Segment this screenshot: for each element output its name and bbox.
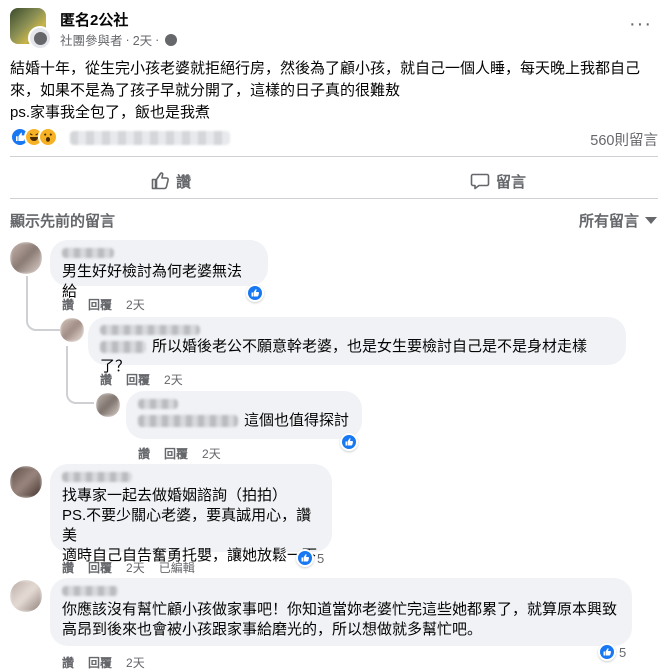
commenter-avatar[interactable] — [10, 466, 42, 498]
comment-text-line: PS.不要少關心老婆，要真誠用心，讚美 — [62, 507, 312, 544]
comment-text: 男生好好檢討為何老婆無法給 — [62, 263, 243, 300]
like-button[interactable]: 讚 — [150, 166, 191, 196]
mentioned-name-blurred[interactable] — [138, 415, 238, 428]
comment-reply-link[interactable]: 回覆 — [88, 559, 112, 576]
comment-bubble: 找專家一起去做婚姻諮詢（拍拍） PS.不要少關心老婆，要真誠用心，讚美 適時自己… — [50, 464, 332, 564]
reaction-count: 5 — [619, 644, 627, 660]
post-text-line: 結婚十年，從生完小孩老婆就拒絕行房，然後為了顧小孩，就自己一個人睡，每天晚上我都… — [10, 60, 641, 77]
like-reaction-icon — [296, 549, 314, 567]
commenter-name-blurred[interactable] — [62, 472, 132, 482]
post-body: 結婚十年，從生完小孩老婆就拒絕行房，然後為了顧小孩，就自己一個人睡，每天晚上我都… — [10, 58, 658, 124]
comment-time[interactable]: 2天 — [202, 445, 221, 462]
commenter-name-blurred[interactable] — [62, 586, 118, 596]
show-previous-comments-link[interactable]: 顯示先前的留言 — [10, 210, 115, 231]
comment-actions: 讚 回覆 2天 已編輯 — [62, 559, 195, 576]
comment-reply-link[interactable]: 回覆 — [88, 654, 112, 671]
comment-bubble: 所以婚後老公不願意幹老婆，也是女生要檢討自己是不是身材走樣了？ — [88, 317, 626, 375]
comment-button[interactable]: 留言 — [470, 166, 526, 196]
comment-actions: 讚 回覆 2天 — [62, 654, 145, 671]
comment-bubble: 這個也值得探討 — [126, 391, 362, 439]
comment-reply-link[interactable]: 回覆 — [164, 445, 188, 462]
post-time[interactable]: 2天 — [133, 30, 152, 49]
commenter-avatar[interactable] — [96, 393, 120, 417]
comment-bubble-icon — [470, 173, 490, 190]
comment-actions: 讚 回覆 2天 — [100, 371, 183, 388]
comment-time[interactable]: 2天 — [164, 371, 183, 388]
thumbs-up-icon — [151, 172, 169, 190]
comment-text-line: 你應該沒有幫忙顧小孩做家事吧！你知道當妳老婆忙完這些她都累了，就算原本興致 — [62, 601, 618, 618]
comment-reactions[interactable] — [340, 433, 358, 451]
comment-like-link[interactable]: 讚 — [62, 654, 74, 671]
meta-separator: · — [155, 32, 160, 47]
comment-text-line: 找專家一起去做婚姻諮詢（拍拍） — [62, 487, 288, 504]
reactor-names-blurred[interactable] — [70, 131, 230, 145]
comment-sort-dropdown[interactable]: 所有留言 — [579, 210, 657, 231]
group-name[interactable]: 匿名2公社 — [60, 9, 128, 30]
comment-time[interactable]: 2天 — [126, 296, 145, 313]
commenter-avatar[interactable] — [10, 580, 42, 612]
thread-connector — [26, 276, 60, 331]
like-reaction-icon — [598, 643, 616, 661]
comment-like-link[interactable]: 讚 — [62, 559, 74, 576]
comment-text: 這個也值得探討 — [244, 412, 350, 429]
more-options-icon[interactable]: ··· — [629, 14, 652, 34]
commenter-avatar[interactable] — [10, 242, 42, 274]
commenter-avatar[interactable] — [60, 318, 84, 342]
post-text-line: 來，如果不是為了孩子早就分開了，這樣的日子真的很難敖 — [10, 82, 401, 99]
comment-actions: 讚 回覆 2天 — [62, 296, 145, 313]
comment-reactions[interactable]: 5 — [598, 643, 626, 661]
comment-like-link[interactable]: 讚 — [62, 296, 74, 313]
comment-reactions[interactable] — [246, 284, 264, 302]
comment-time[interactable]: 2天 — [126, 654, 145, 671]
edited-label[interactable]: 已編輯 — [159, 559, 195, 576]
comment-bubble: 你應該沒有幫忙顧小孩做家事吧！你知道當妳老婆忙完這些她都累了，就算原本興致 高昂… — [50, 578, 632, 646]
comment-actions: 讚 回覆 2天 — [138, 445, 221, 462]
comment-sort-label: 所有留言 — [578, 213, 639, 230]
divider — [10, 156, 658, 157]
reactions-bar: 560則留言 — [10, 126, 658, 150]
comment-button-label: 留言 — [496, 173, 527, 191]
commenter-name-blurred[interactable] — [138, 399, 178, 409]
anonymous-user-icon — [28, 26, 52, 50]
comment-time[interactable]: 2天 — [126, 559, 145, 576]
wow-reaction-icon[interactable] — [38, 127, 58, 147]
commenter-name-blurred[interactable] — [100, 325, 200, 335]
comment-reply-link[interactable]: 回覆 — [88, 296, 112, 313]
divider — [10, 198, 658, 199]
comment-text: 所以婚後老公不願意幹老婆，也是女生要檢討自己是不是身材走樣了？ — [100, 338, 588, 375]
post-header: 匿名2公社 社團參與者 · 2天 · ··· — [10, 8, 660, 50]
comment-like-link[interactable]: 讚 — [100, 371, 112, 388]
reaction-count: 5 — [317, 550, 325, 566]
comment-count[interactable]: 560則留言 — [590, 129, 658, 150]
mentioned-name-blurred[interactable] — [100, 341, 146, 354]
like-reaction-icon — [340, 433, 358, 451]
comment-bubble: 男生好好檢討為何老婆無法給 — [50, 240, 268, 300]
comment-reactions[interactable]: 5 — [296, 549, 324, 567]
chevron-down-icon — [645, 217, 657, 224]
like-reaction-icon — [246, 284, 264, 302]
like-button-label: 讚 — [176, 173, 192, 191]
meta-separator: · — [125, 32, 130, 47]
commenter-name-blurred[interactable] — [62, 248, 114, 258]
comment-like-link[interactable]: 讚 — [138, 445, 150, 462]
thread-connector — [66, 346, 94, 404]
post-meta: 社團參與者 · 2天 · — [60, 30, 178, 49]
comment-text-line: 高昂到後來也會被小孩跟家事給磨光的，所以想做就多幫忙吧。 — [62, 621, 483, 638]
post-text-line: ps.家事我全包了，飯也是我煮 — [10, 104, 211, 121]
globe-icon — [165, 33, 178, 46]
comment-reply-link[interactable]: 回覆 — [126, 371, 150, 388]
author-role: 社團參與者 — [60, 34, 123, 48]
